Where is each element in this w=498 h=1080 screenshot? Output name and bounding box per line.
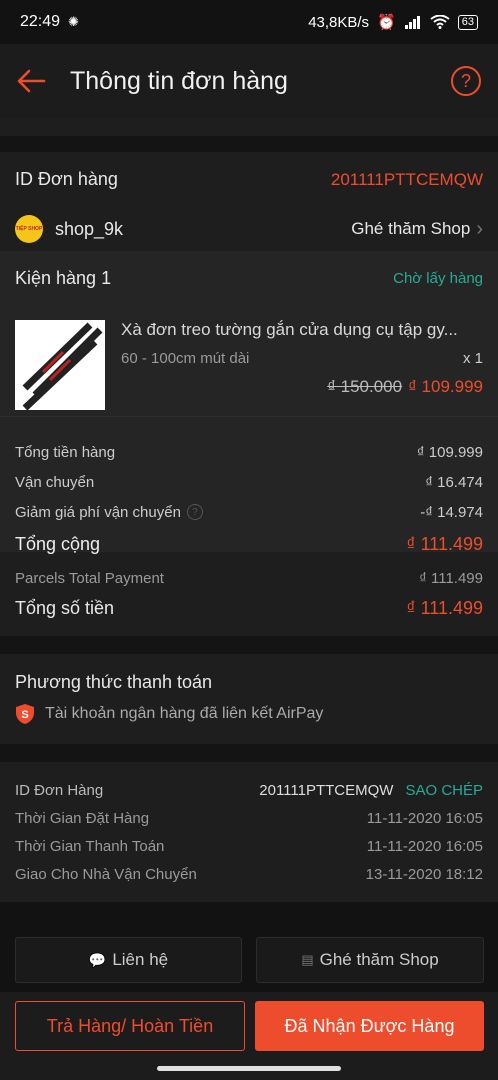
original-price: ₫ 150.000 [327, 377, 403, 396]
home-indicator [157, 1066, 341, 1071]
chat-icon: 💬 [88, 951, 107, 968]
page-title: Thông tin đơn hàng [70, 66, 288, 95]
network-speed: 43,8KB/s [308, 13, 370, 31]
order-received-button[interactable]: Đã Nhận Được Hàng [255, 1001, 484, 1051]
shipping-label: Vận chuyển [15, 473, 95, 491]
copy-button[interactable]: SAO CHÉP [405, 782, 483, 799]
handover-label: Giao Cho Nhà Vận Chuyển [15, 865, 197, 883]
visit-shop-link[interactable]: Ghé thăm Shop › [351, 218, 483, 241]
parcels-total-label: Parcels Total Payment [15, 569, 164, 587]
order-info: ID Đơn Hàng 201111PTTCEMQW SAO CHÉP Thời… [0, 762, 498, 902]
wifi-icon [430, 15, 450, 29]
chevron-right-icon: › [476, 217, 483, 240]
shield-icon: S [16, 704, 34, 724]
total-value: ₫ 111.499 [406, 533, 483, 554]
payment-method-value: Tài khoản ngân hàng đã liên kết AirPay [45, 705, 324, 722]
product-image [15, 320, 105, 411]
info-id-value: 201111PTTCEMQW [259, 781, 394, 799]
shop-logo: TIỆP SHOP [15, 215, 43, 243]
parcel-title: Kiện hàng 1 [15, 268, 112, 288]
svg-text:S: S [21, 709, 28, 721]
help-button[interactable]: ? [450, 65, 482, 97]
shop-row[interactable]: TIỆP SHOP shop_9k Ghé thăm Shop › [0, 207, 498, 251]
arrow-left-icon [17, 69, 46, 93]
svg-text:?: ? [461, 71, 471, 91]
order-id-label: ID Đơn hàng [15, 169, 118, 189]
shipping-discount-value: -₫ 14.974 [420, 503, 483, 521]
order-time-label: Thời Gian Đặt Hàng [15, 809, 150, 827]
handover-value: 13-11-2020 18:12 [365, 865, 483, 883]
payment-total: Parcels Total Payment ₫ 111.499 Tổng số … [0, 552, 498, 636]
product-item[interactable]: Xà đơn treo tường gắn cửa dụng cụ tập gy… [0, 306, 498, 416]
visit-shop-button[interactable]: ▤ Ghé thăm Shop [256, 937, 484, 983]
grand-total-label: Tổng số tiền [15, 597, 115, 618]
visit-shop-button-label: Ghé thăm Shop [319, 950, 439, 969]
pull-up-bar-image [22, 322, 103, 411]
parcel-status: Chờ lấy hàng [393, 270, 483, 287]
status-icons: 43,8KB/s ⏰ 63 [308, 13, 478, 31]
sale-price: ₫ 109.999 [408, 377, 483, 396]
status-time: 22:49 [20, 13, 61, 30]
back-button[interactable] [16, 69, 46, 93]
order-time-value: 11-11-2020 16:05 [366, 809, 483, 827]
order-id-row: ID Đơn hàng 201111PTTCEMQW [0, 152, 498, 207]
contact-button[interactable]: 💬 Liên hệ [15, 937, 242, 983]
return-refund-label: Trả Hàng/ Hoàn Tiền [46, 1015, 214, 1036]
info-icon[interactable]: ? [186, 504, 203, 520]
parcel-card: Kiện hàng 1 Chờ lấy hàng Xà đơn treo tườ… [0, 251, 498, 416]
return-refund-button[interactable]: Trả Hàng/ Hoàn Tiền [15, 1001, 245, 1051]
payment-method-title: Phương thức thanh toán [15, 672, 213, 692]
order-id-value: 201111PTTCEMQW [330, 169, 483, 189]
shop-name: shop_9k [55, 218, 124, 239]
store-icon: ▤ [301, 952, 314, 967]
price-summary: Tổng tiền hàng ₫ 109.999 Vận chuyển ₫ 16… [0, 416, 498, 554]
subtotal-label: Tổng tiền hàng [15, 443, 116, 461]
product-variant: 60 - 100cm mút dài [121, 350, 250, 367]
product-quantity: x 1 [462, 350, 483, 367]
subtotal-value: ₫ 109.999 [416, 443, 483, 461]
shop-logo-text: TIỆP SHOP [15, 226, 43, 232]
alarm-icon: ⏰ [377, 14, 396, 31]
question-circle-icon: ? [451, 66, 481, 96]
settings-status-icon: ✺ [68, 14, 79, 29]
app-header: Thông tin đơn hàng ? [0, 44, 498, 118]
parcels-total-value: ₫ 111.499 [419, 569, 483, 587]
total-label: Tổng cộng [15, 533, 101, 554]
info-id-label: ID Đơn Hàng [15, 781, 104, 799]
grand-total-value: ₫ 111.499 [406, 597, 483, 618]
status-bar: 22:49 ✺ 43,8KB/s ⏰ 63 [0, 0, 498, 44]
product-name: Xà đơn treo tường gắn cửa dụng cụ tập gy… [121, 320, 458, 339]
battery-icon: 63 [457, 14, 478, 30]
payment-time-value: 11-11-2020 16:05 [366, 837, 483, 855]
payment-method: Phương thức thanh toán S Tài khoản ngân … [0, 654, 498, 744]
shipping-value: ₫ 16.474 [425, 473, 483, 491]
order-received-label: Đã Nhận Được Hàng [284, 1015, 455, 1036]
previous-section-edge [0, 118, 498, 136]
payment-time-label: Thời Gian Thanh Toán [15, 837, 165, 855]
signal-icon [404, 16, 420, 29]
visit-shop-label: Ghé thăm Shop [351, 219, 471, 238]
contact-label: Liên hệ [112, 950, 169, 969]
shipping-discount-label: Giảm giá phí vận chuyển [15, 503, 181, 521]
